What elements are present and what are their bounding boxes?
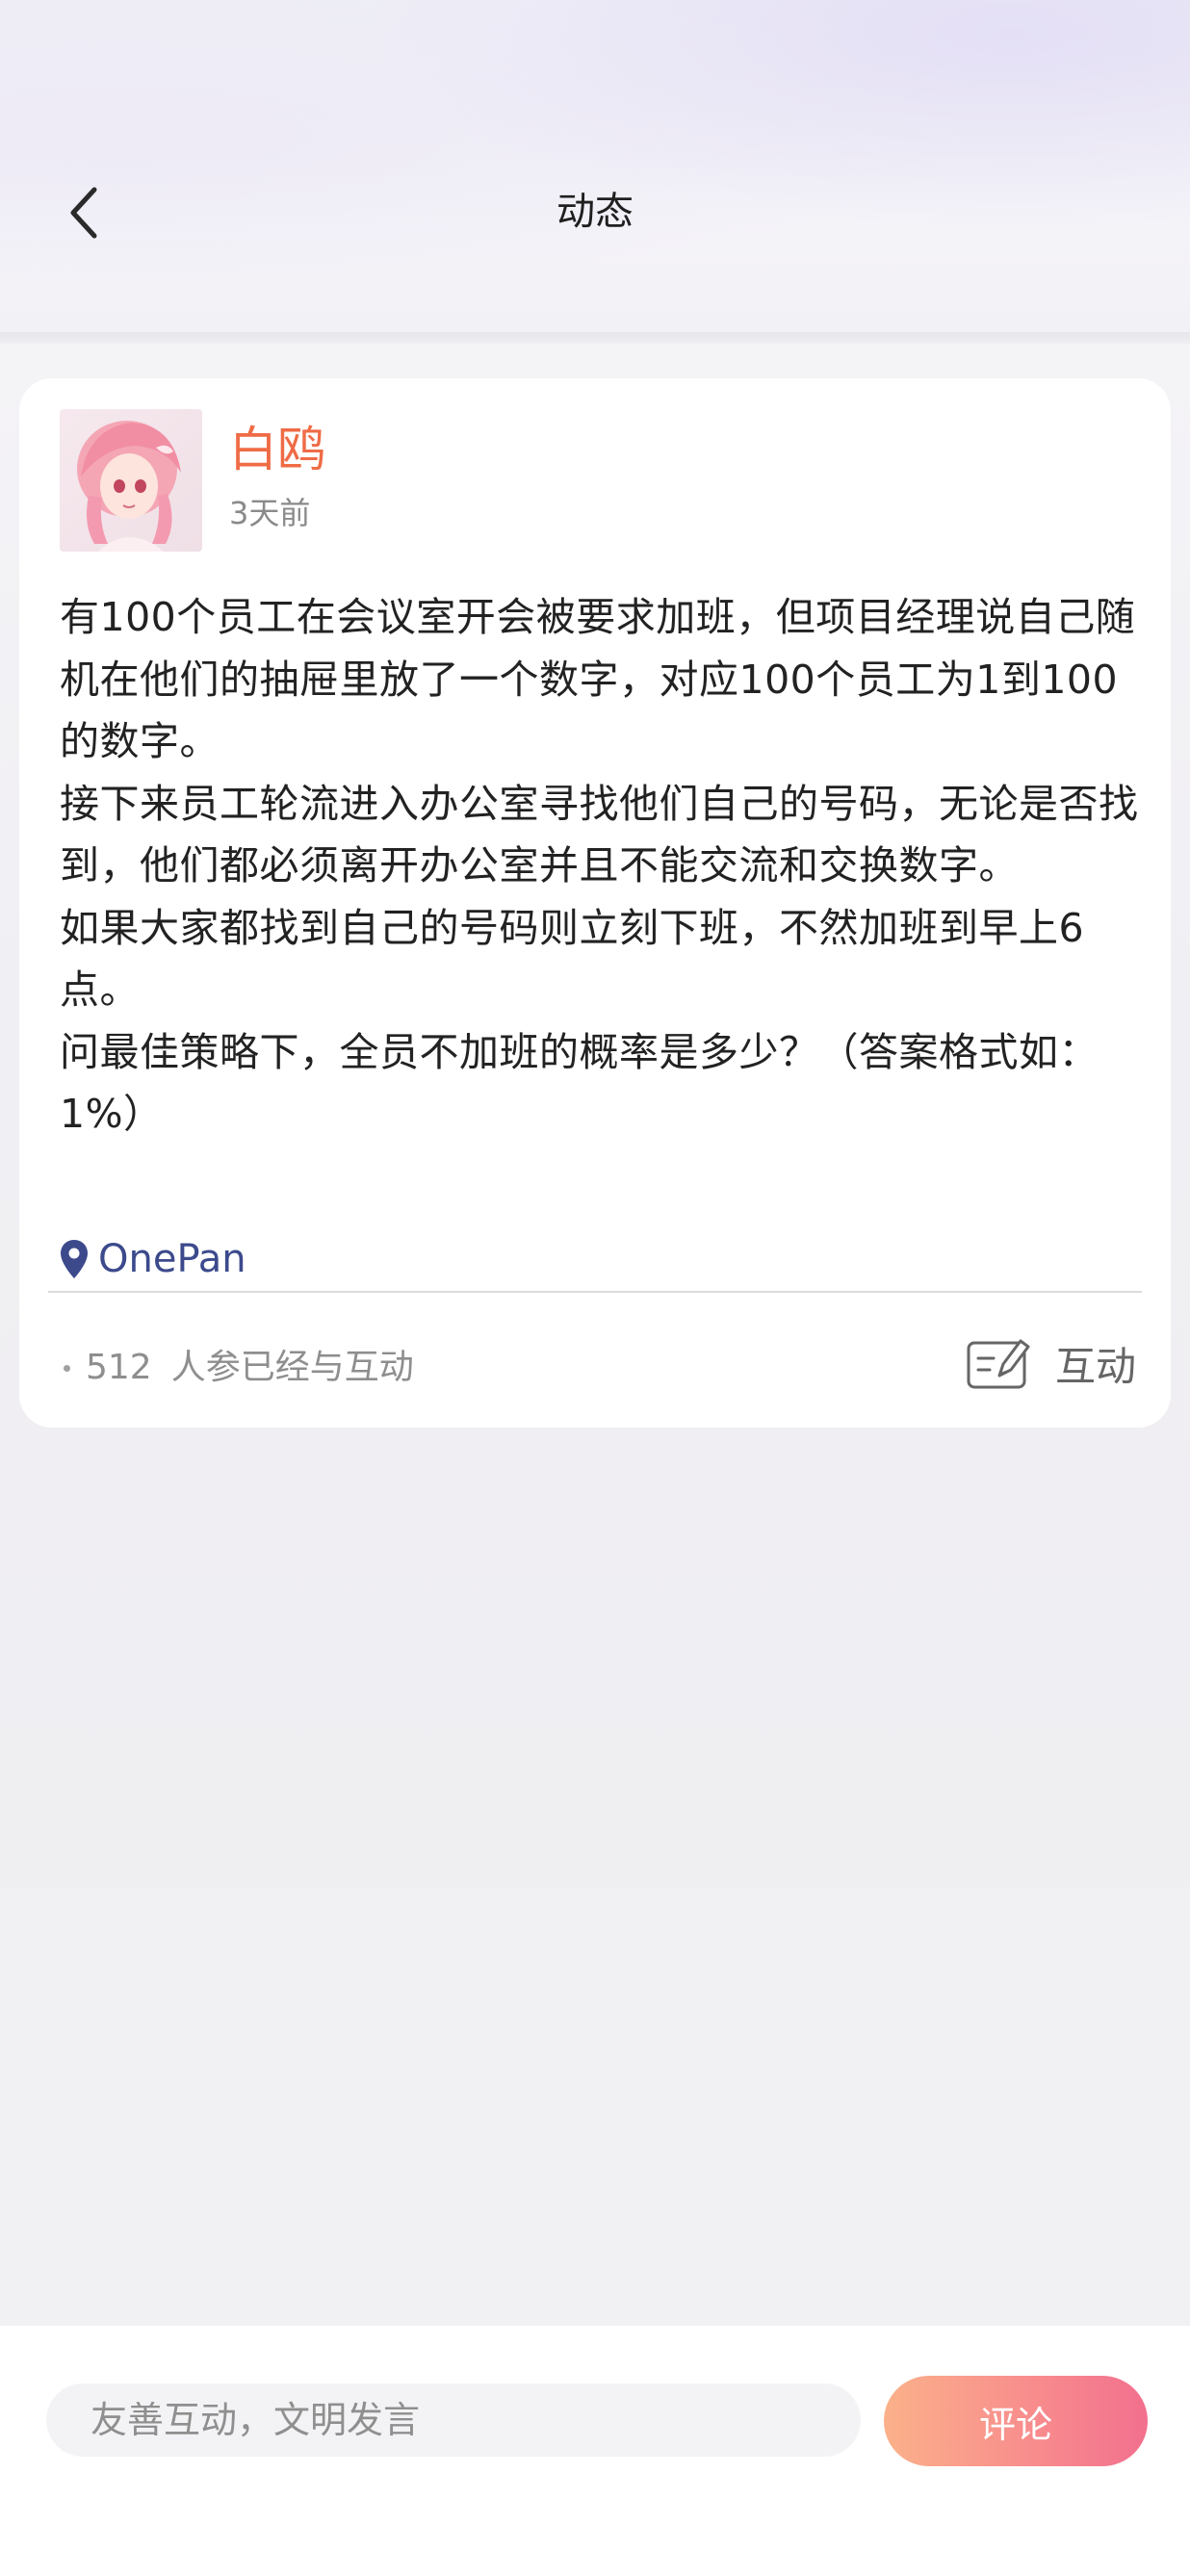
participants-count: 512 xyxy=(86,1348,152,1387)
comment-button[interactable]: 评论 xyxy=(884,2376,1148,2466)
location-tag[interactable]: OnePan xyxy=(60,1230,246,1288)
comment-input[interactable] xyxy=(46,2383,861,2457)
participants-info: 512 人参已经与互动 xyxy=(64,1344,414,1392)
post-card: 白鸥 3天前 有100个员工在会议室开会被要求加班，但项目经理说自己随机在他们的… xyxy=(19,378,1171,1428)
post-paragraph: 有100个员工在会议室开会被要求加班，但项目经理说自己随机在他们的抽屉里放了一个… xyxy=(60,594,1136,764)
interact-button[interactable]: 互动 xyxy=(967,1329,1136,1397)
edit-note-icon xyxy=(967,1339,1030,1389)
post-timestamp: 3天前 xyxy=(229,495,311,531)
participants-text: 人参已经与互动 xyxy=(170,1348,414,1387)
page-title: 动态 xyxy=(556,190,634,234)
interact-label: 互动 xyxy=(1054,1342,1136,1390)
post-content: 有100个员工在会议室开会被要求加班，但项目经理说自己随机在他们的抽屉里放了一个… xyxy=(60,586,1157,1146)
author-name[interactable]: 白鸥 xyxy=(229,419,325,480)
post-paragraph: 如果大家都找到自己的号码则立刻下班，不然加班到早上6点。 xyxy=(60,904,1085,1014)
comment-bar: 评论 xyxy=(0,2326,1190,2576)
header-divider xyxy=(0,332,1190,344)
location-pin-icon xyxy=(61,1240,88,1278)
card-divider xyxy=(48,1291,1142,1293)
bullet-dot xyxy=(64,1364,70,1372)
location-label: OnePan xyxy=(98,1237,246,1281)
post-paragraph: 问最佳策略下，全员不加班的概率是多少？（答案格式如：1%） xyxy=(60,1028,1099,1138)
post-paragraph: 接下来员工轮流进入办公室寻找他们自己的号码，无论是否找到，他们都必须离开办公室并… xyxy=(60,780,1139,889)
top-header: 动态 xyxy=(0,0,1190,337)
avatar[interactable] xyxy=(60,409,202,552)
